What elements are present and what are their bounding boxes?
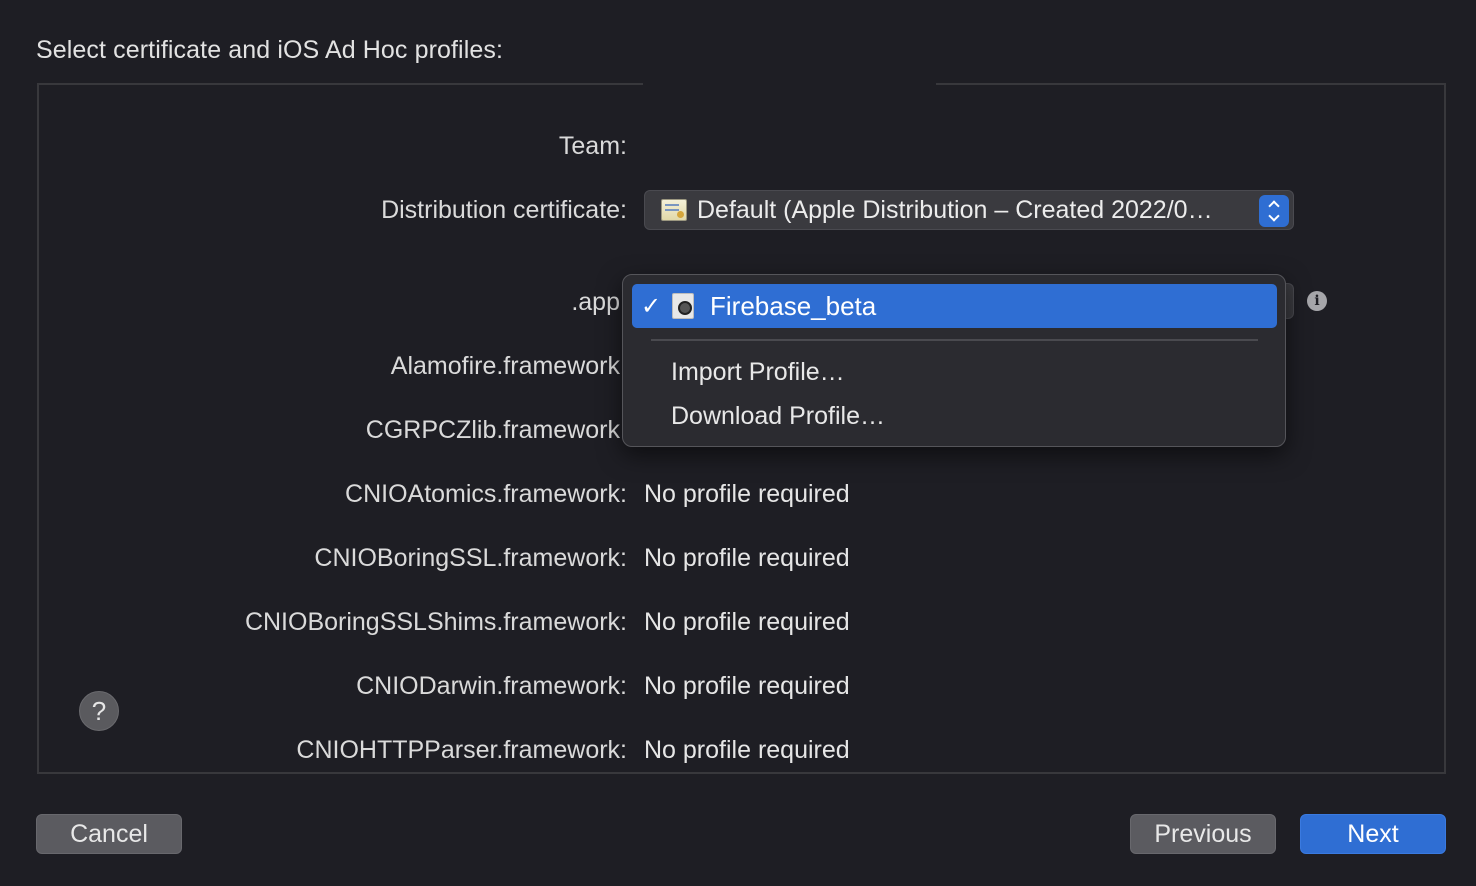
previous-button[interactable]: Previous <box>1130 814 1276 854</box>
menu-item-firebase-beta[interactable]: ✓ Firebase_beta <box>632 284 1277 328</box>
next-button[interactable]: Next <box>1300 814 1446 854</box>
cnioatomics-label: CNIOAtomics.framework: <box>345 480 627 508</box>
info-icon[interactable]: i <box>1307 291 1327 311</box>
panel-notch <box>643 78 936 88</box>
help-button[interactable]: ? <box>79 691 119 731</box>
app-label: .app <box>571 288 620 316</box>
cnioboringssl-label: CNIOBoringSSL.framework: <box>314 544 627 572</box>
cnioboringsslshims-value: No profile required <box>644 608 850 636</box>
menu-item-import-profile[interactable]: Import Profile… <box>671 358 845 387</box>
menu-separator <box>651 339 1258 341</box>
cniohttpparser-value: No profile required <box>644 736 850 764</box>
cniodarwin-value: No profile required <box>644 672 850 700</box>
distribution-certificate-value: Default (Apple Distribution – Created 20… <box>697 195 1213 224</box>
cnioboringsslshims-label: CNIOBoringSSLShims.framework: <box>244 608 627 636</box>
distribution-certificate-label: Distribution certificate: <box>381 196 627 224</box>
cancel-button[interactable]: Cancel <box>36 814 182 854</box>
checkmark-icon: ✓ <box>640 292 662 320</box>
cnioatomics-value: No profile required <box>644 480 850 508</box>
profile-dropdown-menu: ✓ Firebase_beta Import Profile… Download… <box>622 274 1286 447</box>
popup-stepper-icon <box>1259 195 1289 227</box>
cniohttpparser-label: CNIOHTTPParser.framework: <box>296 736 627 764</box>
provisioning-profile-icon <box>672 293 694 319</box>
cgrpczlib-label: CGRPCZlib.framework <box>365 416 620 444</box>
team-label: Team: <box>558 132 627 160</box>
menu-item-label: Firebase_beta <box>710 290 877 321</box>
cniodarwin-label: CNIODarwin.framework: <box>356 672 627 700</box>
certificate-icon <box>661 199 687 221</box>
export-dialog: Select certificate and iOS Ad Hoc profil… <box>0 0 1476 886</box>
alamofire-label: Alamofire.framework <box>390 352 620 380</box>
cnioboringssl-value: No profile required <box>644 544 850 572</box>
dialog-title: Select certificate and iOS Ad Hoc profil… <box>36 36 504 64</box>
distribution-certificate-popup[interactable]: Default (Apple Distribution – Created 20… <box>644 190 1294 230</box>
menu-item-download-profile[interactable]: Download Profile… <box>671 402 885 431</box>
